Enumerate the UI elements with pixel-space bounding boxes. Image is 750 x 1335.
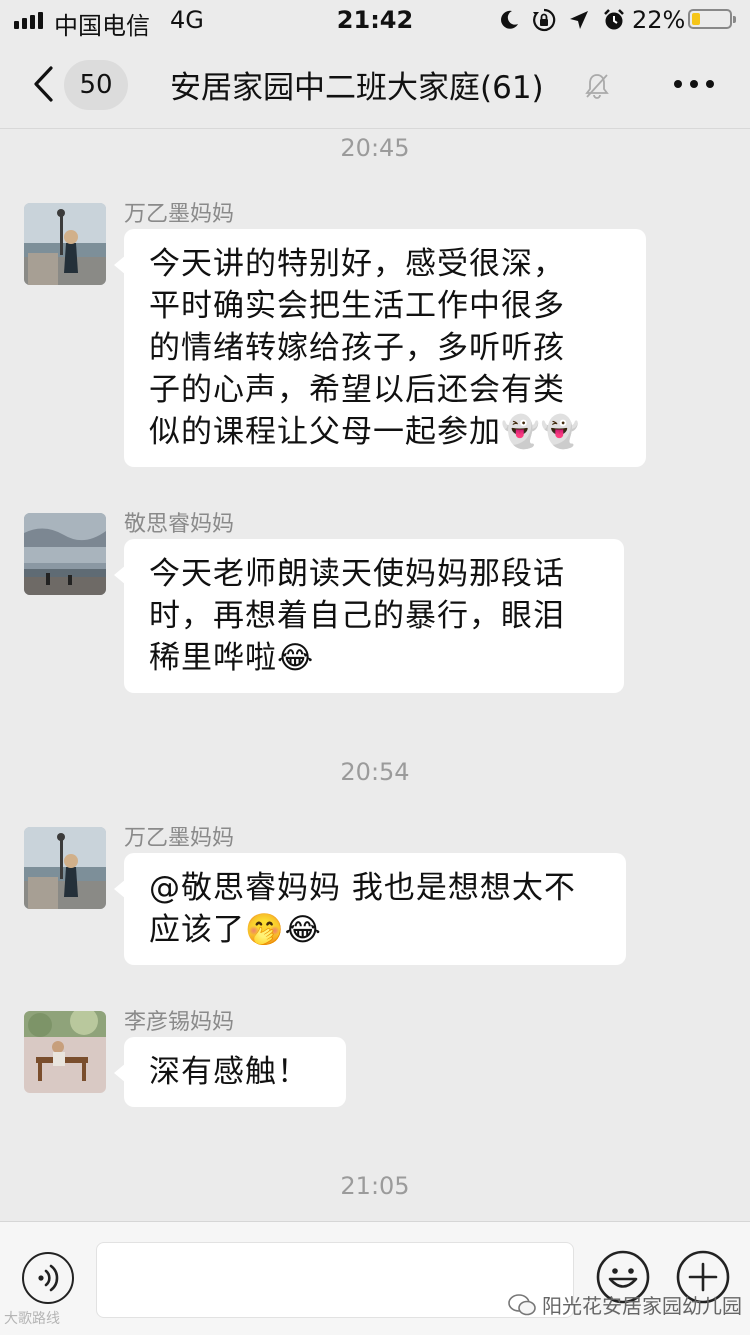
battery-icon	[688, 9, 736, 29]
message-line: 子的心声，希望以后还会有类	[149, 372, 565, 408]
message-line: 稀里哗啦😂	[149, 640, 315, 676]
watermark-left: 大歌路线	[4, 1311, 60, 1327]
message-list[interactable]: 20:45 万乙墨妈妈 今天讲的特别好，感受很深， 平时确实会把生活工作中很多 …	[0, 129, 750, 1221]
timestamp: 21:05	[340, 1172, 410, 1200]
message-line: 时，再想着自己的暴行，眼泪	[149, 598, 565, 634]
timestamp: 20:45	[340, 134, 410, 162]
more-dots-icon[interactable]	[672, 72, 716, 96]
avatar[interactable]	[24, 513, 106, 595]
moon-icon	[501, 10, 518, 29]
message-line: 平时确实会把生活工作中很多	[149, 288, 565, 324]
message-line: 今天讲的特别好，感受很深，	[149, 246, 565, 282]
message-line: 深有感触！	[149, 1054, 309, 1090]
message-line: 似的课程让父母一起参加👻👻	[149, 414, 581, 450]
location-arrow-icon	[570, 11, 588, 29]
message-line: 的情绪转嫁给孩子，多听听孩	[149, 330, 565, 366]
status-icons	[498, 8, 626, 32]
chat-title: 安居家园中二班大家庭(61)	[170, 70, 544, 106]
message-bubble[interactable]: 今天老师朗读天使妈妈那段话 时，再想着自己的暴行，眼泪 稀里哗啦😂	[114, 539, 624, 693]
avatar[interactable]	[24, 203, 106, 285]
message-bubble[interactable]: 深有感触！	[114, 1037, 346, 1107]
alarm-icon	[604, 9, 624, 30]
battery-percent: 22%	[632, 6, 686, 34]
avatar[interactable]	[24, 827, 106, 909]
wechat-logo-icon	[508, 1293, 536, 1315]
message-bubble[interactable]: @敬思睿妈妈 我也是想想太不 应该了🤭😂	[114, 853, 626, 965]
sender-name: 李彦锡妈妈	[124, 1010, 235, 1035]
message-line: @敬思睿妈妈 我也是想想太不	[149, 870, 576, 906]
message-input[interactable]	[96, 1242, 574, 1318]
rotation-lock-icon	[533, 8, 556, 32]
message-line: 今天老师朗读天使妈妈那段话	[149, 556, 565, 592]
sender-name: 万乙墨妈妈	[124, 826, 235, 851]
back-chevron-icon[interactable]	[32, 66, 54, 102]
chat-header: 50 安居家园中二班大家庭(61)	[0, 42, 750, 129]
voice-icon	[38, 1264, 59, 1292]
sender-name: 万乙墨妈妈	[124, 202, 235, 227]
timestamp: 20:54	[340, 758, 410, 786]
watermark-right: 阳光花安居家园幼儿园	[508, 1290, 742, 1319]
mute-bell-icon	[585, 74, 609, 99]
voice-button[interactable]	[22, 1252, 74, 1304]
message-bubble[interactable]: 今天讲的特别好，感受很深， 平时确实会把生活工作中很多 的情绪转嫁给孩子，多听听…	[114, 229, 646, 467]
sender-name: 敬思睿妈妈	[124, 512, 235, 537]
status-bar: 中国电信 4G 21:42 22%	[0, 0, 750, 42]
unread-count-badge[interactable]: 50	[64, 60, 128, 110]
avatar[interactable]	[24, 1011, 106, 1093]
message-line: 应该了🤭😂	[149, 912, 322, 948]
